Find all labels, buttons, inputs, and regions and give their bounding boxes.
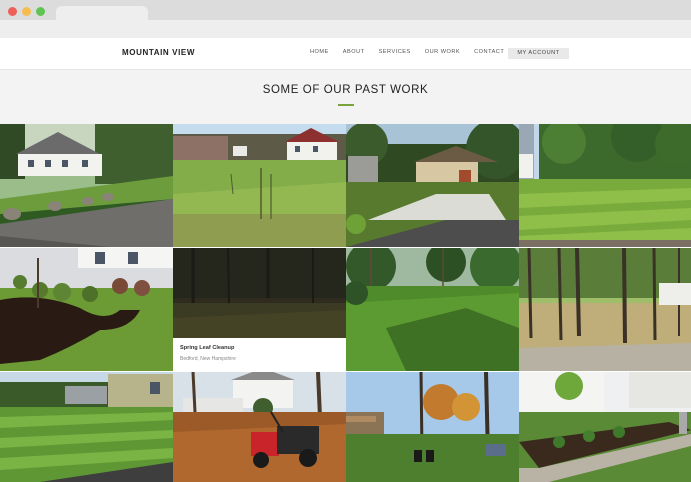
gallery-photo-mown-stripes[interactable] [0, 372, 173, 482]
gallery-photo-stone-wall-garden[interactable] [519, 372, 691, 482]
caption-title: Spring Leaf Cleanup [180, 345, 235, 351]
nav-contact[interactable]: CONTACT [474, 49, 504, 55]
minimize-window-icon[interactable] [22, 7, 31, 16]
my-account-button[interactable]: MY ACCOUNT [508, 48, 569, 59]
browser-tab[interactable] [56, 6, 148, 21]
gallery-photo-leaf-mower[interactable] [173, 372, 346, 482]
work-gallery: Spring Leaf Cleanup Bedford, New Hampshi… [0, 124, 691, 482]
site-logo[interactable]: MOUNTAIN VIEW [122, 48, 195, 57]
page-title: SOME OF OUR PAST WORK [262, 84, 429, 96]
title-divider [338, 104, 354, 106]
gallery-photo-striped-lawn[interactable] [519, 124, 691, 247]
nav-services[interactable]: SERVICES [379, 49, 411, 55]
main-menu: HOME ABOUT SERVICES OUR WORK CONTACT [310, 49, 518, 55]
browser-chrome [0, 0, 691, 38]
close-window-icon[interactable] [8, 7, 17, 16]
caption-location: Bedford, New Hampshire [180, 356, 236, 362]
gallery-photo-sunny-lawn[interactable] [173, 124, 346, 247]
gallery-photo-autumn-yard[interactable] [346, 372, 519, 482]
section-header: SOME OF OUR PAST WORK [0, 70, 691, 124]
browser-toolbar [0, 20, 691, 38]
gallery-photo-garage-driveway[interactable] [346, 124, 519, 247]
maximize-window-icon[interactable] [36, 7, 45, 16]
gallery-photo-mulch-bed[interactable] [0, 248, 173, 371]
gallery-photo-house-lawn-driveway[interactable] [0, 124, 173, 247]
site-header: MOUNTAIN VIEW HOME ABOUT SERVICES OUR WO… [0, 38, 691, 70]
nav-home[interactable]: HOME [310, 49, 329, 55]
nav-about[interactable]: ABOUT [343, 49, 365, 55]
gallery-photo-shaded-lawn[interactable] [346, 248, 519, 371]
gallery-photo-wooded-yard[interactable] [519, 248, 691, 371]
nav-our-work[interactable]: OUR WORK [425, 49, 460, 55]
photo-caption[interactable]: Spring Leaf Cleanup Bedford, New Hampshi… [173, 338, 346, 371]
